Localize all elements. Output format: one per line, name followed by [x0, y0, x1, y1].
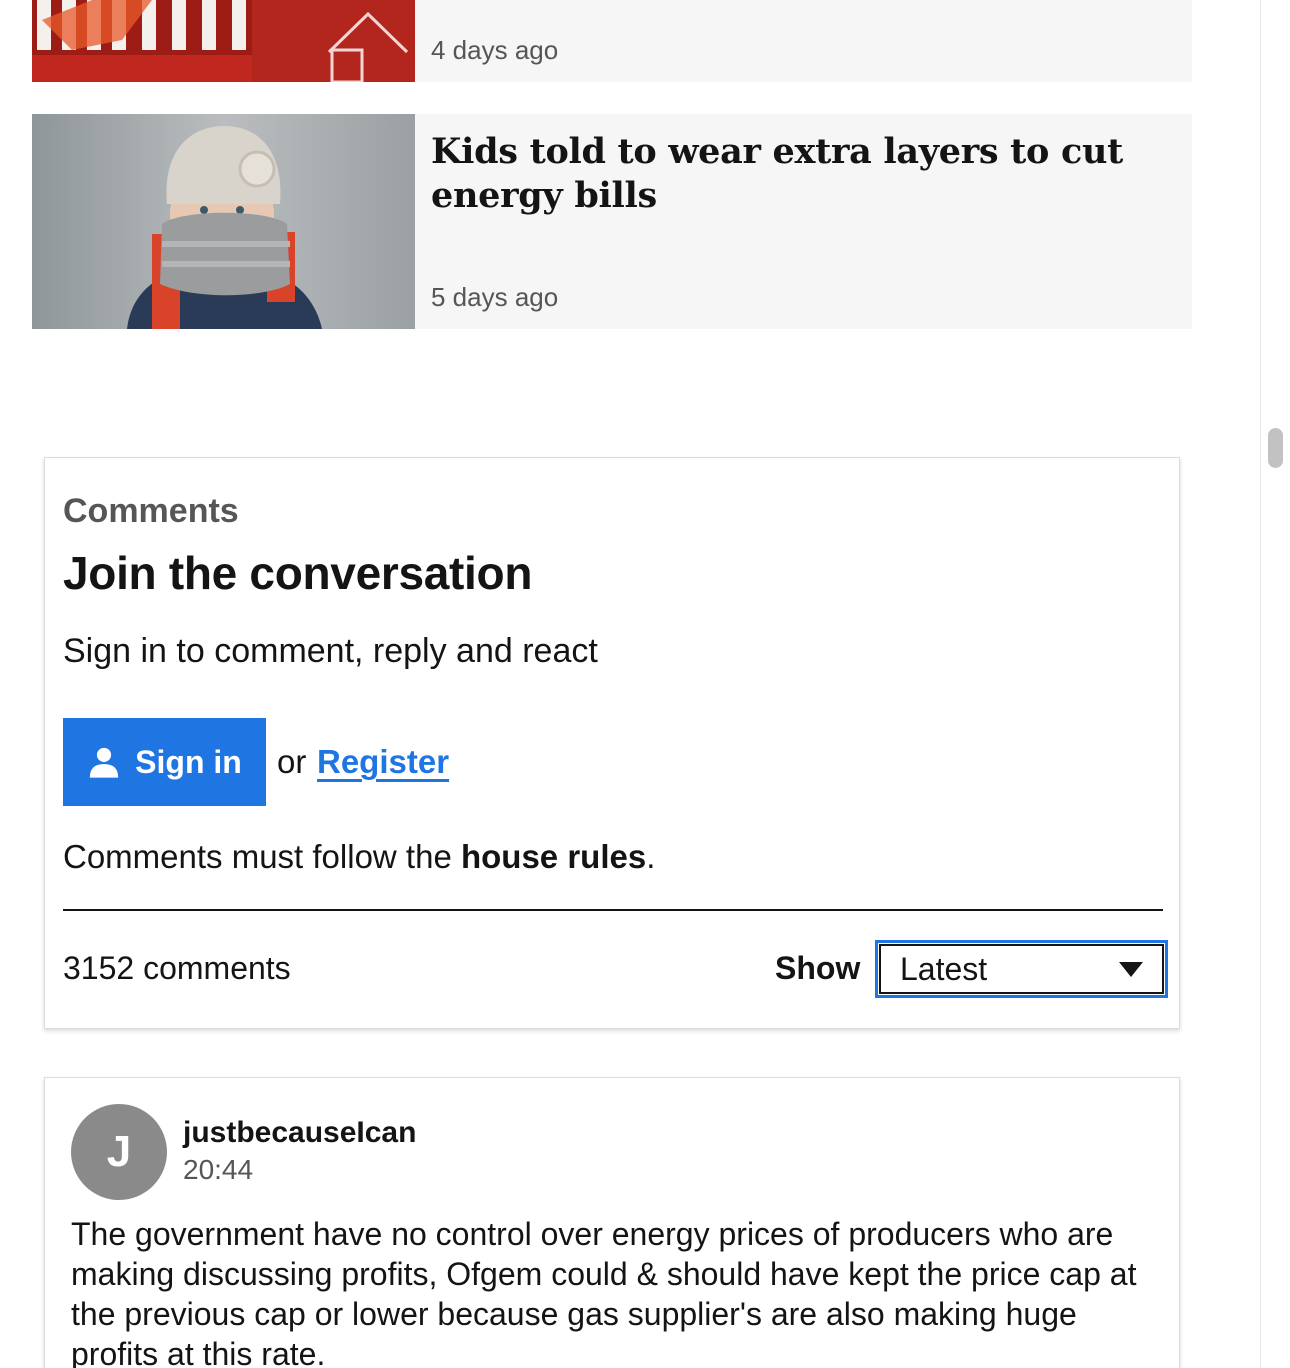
scrollbar[interactable] — [1260, 0, 1290, 1368]
story-headline[interactable]: Kids told to wear extra layers to cut en… — [431, 128, 1176, 218]
comment-timestamp: 20:44 — [183, 1154, 254, 1185]
comments-panel: Comments Join the conversation Sign in t… — [44, 457, 1180, 1029]
scrollbar-thumb[interactable] — [1268, 428, 1283, 468]
story-timestamp: 4 days ago — [431, 35, 559, 65]
child-in-hat-and-scarf-image — [32, 114, 415, 329]
comment-count: 3152 comments — [63, 950, 291, 986]
comments-title: Join the conversation — [63, 547, 533, 599]
sort-selected-value: Latest — [900, 950, 988, 987]
avatar: J — [71, 1104, 167, 1200]
house-rules-notice: Comments must follow the house rules. — [63, 838, 655, 876]
story-card[interactable]: 4 days ago — [32, 0, 1192, 82]
red-price-graphic-image — [32, 0, 415, 82]
divider — [63, 909, 1163, 911]
story-body: 4 days ago — [415, 0, 1192, 82]
rules-prefix: Comments must follow the — [63, 838, 461, 875]
rules-suffix: . — [646, 838, 656, 875]
story-card[interactable]: Kids told to wear extra layers to cut en… — [32, 114, 1192, 329]
story-body: Kids told to wear extra layers to cut en… — [415, 114, 1192, 329]
sign-in-label: Sign in — [135, 743, 242, 780]
register-link[interactable]: Register — [317, 743, 449, 781]
triangle-down-icon — [1119, 961, 1143, 977]
comments-eyebrow: Comments — [63, 492, 239, 530]
comment-text: The government have no control over ener… — [71, 1216, 1137, 1368]
user-icon — [90, 747, 119, 778]
or-text: or — [277, 743, 307, 780]
comment-username: justbecauseIcan — [183, 1116, 417, 1149]
sort-label: Show — [775, 950, 861, 986]
sort-select[interactable]: Latest — [875, 940, 1168, 998]
story-timestamp: 5 days ago — [431, 282, 559, 312]
sign-in-button[interactable]: Sign in — [63, 718, 266, 806]
house-rules-link[interactable]: house rules — [461, 838, 646, 875]
comment-card: J justbecauseIcan 20:44 The government h… — [44, 1077, 1180, 1368]
comments-subtitle: Sign in to comment, reply and react — [63, 632, 598, 670]
